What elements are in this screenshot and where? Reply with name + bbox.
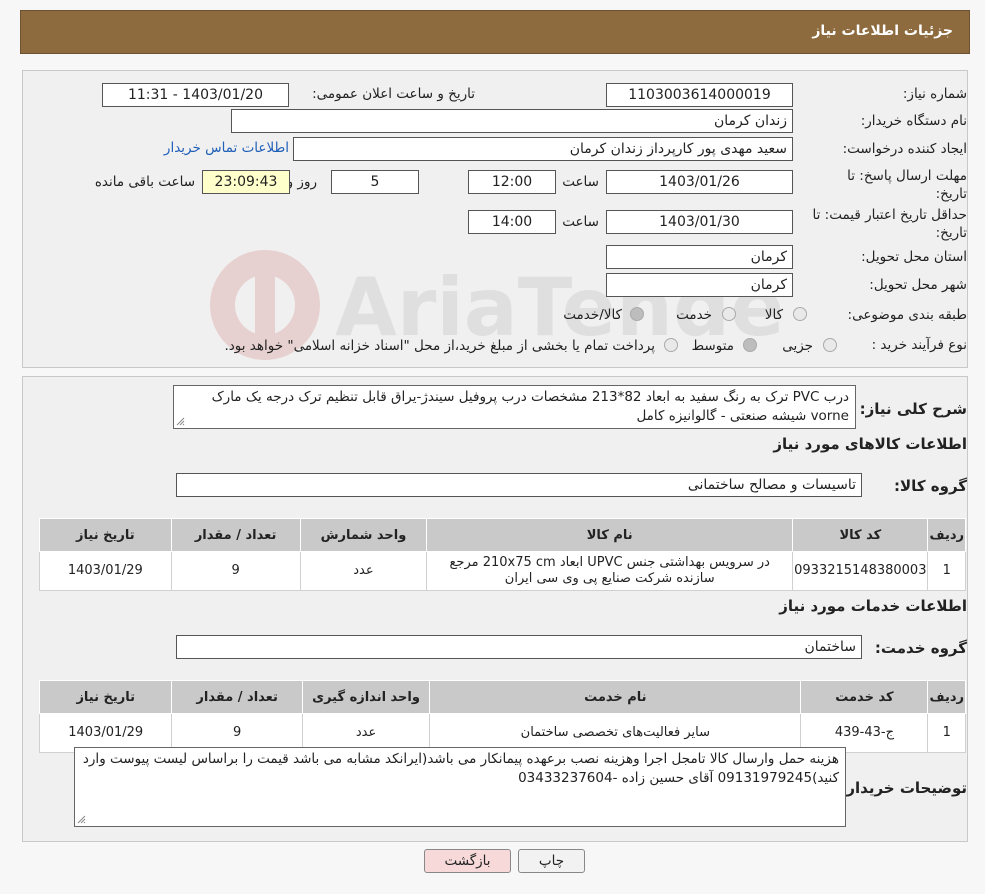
back-button[interactable]: بازگشت — [424, 849, 511, 873]
need-number-label: شماره نیاز: — [902, 86, 967, 102]
goods-cell-qty: 9 — [170, 551, 301, 591]
notes-textarea[interactable]: هزینه حمل وارسال کالا تامجل اجرا وهزینه … — [74, 747, 846, 827]
process-radio-treasury[interactable] — [664, 338, 678, 352]
buyer-contact-link[interactable]: اطلاعات تماس خریدار — [164, 140, 289, 156]
deadline-date-field[interactable]: 1403/01/26 — [606, 170, 793, 194]
services-col-unit: واحد اندازه گیری — [301, 680, 431, 714]
page-title: جزئیات اطلاعات نیاز — [812, 23, 953, 39]
summary-textarea[interactable]: درب PVC ترک به رنگ سفید به ابعاد 82*213 … — [173, 385, 856, 429]
goods-cell-code: 0933215148380003 — [792, 551, 929, 591]
services-section-title: اطلاعات خدمات مورد نیاز — [779, 597, 967, 615]
services-col-name: نام خدمت — [429, 680, 802, 714]
goods-group-label: گروه کالا: — [894, 477, 967, 495]
goods-col-unit: واحد شمارش — [299, 518, 428, 552]
goods-col-date: تاریخ نیاز — [39, 518, 172, 552]
validity-label: حداقل تاریخ اعتبار قیمت: تا تاریخ: — [812, 207, 967, 241]
services-col-row: ردیف — [927, 680, 966, 714]
category-radio-goods[interactable] — [793, 307, 807, 321]
days-label: روز و — [286, 174, 317, 190]
services-table: ردیف کد خدمت نام خدمت واحد اندازه گیری ت… — [38, 680, 966, 753]
services-table-header: ردیف کد خدمت نام خدمت واحد اندازه گیری ت… — [38, 680, 966, 714]
goods-section-title: اطلاعات کالاهای مورد نیاز — [773, 435, 967, 453]
need-number-field[interactable]: 1103003614000019 — [606, 83, 793, 107]
goods-col-code: کد کالا — [792, 518, 929, 552]
notes-text: هزینه حمل وارسال کالا تامجل اجرا وهزینه … — [82, 751, 839, 786]
announce-field[interactable]: 1403/01/20 - 11:31 — [102, 83, 289, 107]
process-option-minor: جزیی — [782, 338, 813, 354]
goods-col-row: ردیف — [927, 518, 966, 552]
deadline-time-label: ساعت — [562, 174, 599, 190]
summary-text: درب PVC ترک به رنگ سفید به ابعاد 82*213 … — [211, 389, 849, 424]
deadline-time-field[interactable]: 12:00 — [468, 170, 556, 194]
goods-cell-row: 1 — [927, 551, 966, 591]
buyer-org-field[interactable]: زندان کرمان — [231, 109, 793, 133]
page-header: جزئیات اطلاعات نیاز — [20, 10, 970, 54]
buyer-org-label: نام دستگاه خریدار: — [860, 113, 967, 129]
goods-name-line1: در سرویس بهداشتی جنس UPVC ابعاد 210x75 c… — [449, 555, 770, 570]
table-row[interactable]: 1 0933215148380003 در سرویس بهداشتی جنس … — [39, 551, 966, 591]
province-field[interactable]: کرمان — [606, 245, 793, 269]
category-option-goods: کالا — [764, 307, 783, 323]
process-radio-medium[interactable] — [743, 338, 757, 352]
goods-table: ردیف کد کالا نام کالا واحد شمارش تعداد /… — [39, 518, 966, 591]
goods-cell-date: 1403/01/29 — [39, 551, 172, 591]
remaining-time-label: ساعت باقی مانده — [94, 174, 195, 190]
category-radio-goods-service[interactable] — [630, 307, 644, 321]
services-col-date: تاریخ نیاز — [38, 680, 173, 714]
resize-grip-icon[interactable] — [77, 815, 86, 824]
process-label: نوع فرآیند خرید : — [871, 337, 967, 353]
services-group-field[interactable]: ساختمان — [176, 635, 862, 659]
category-option-service: خدمت — [676, 307, 712, 323]
services-group-label: گروه خدمت: — [874, 639, 967, 657]
summary-label: شرح کلی نیاز: — [859, 400, 967, 418]
goods-col-name: نام کالا — [426, 518, 794, 552]
province-label: استان محل تحویل: — [861, 249, 967, 265]
validity-date-field[interactable]: 1403/01/30 — [606, 210, 793, 234]
services-col-code: کد خدمت — [800, 680, 929, 714]
creator-field[interactable]: سعید مهدی پور کارپرداز زندان کرمان — [293, 137, 793, 161]
goods-col-qty: تعداد / مقدار — [170, 518, 301, 552]
services-cell-row: 1 — [927, 713, 966, 753]
process-radio-minor[interactable] — [823, 338, 837, 352]
goods-table-header: ردیف کد کالا نام کالا واحد شمارش تعداد /… — [39, 518, 966, 552]
creator-label: ایجاد کننده درخواست: — [842, 141, 967, 157]
goods-cell-name: در سرویس بهداشتی جنس UPVC ابعاد 210x75 c… — [426, 551, 794, 591]
days-field[interactable]: 5 — [331, 170, 419, 194]
category-option-goods-service: کالا/خدمت — [563, 307, 622, 323]
category-radio-service[interactable] — [722, 307, 736, 321]
city-field[interactable]: کرمان — [606, 273, 793, 297]
city-label: شهر محل تحویل: — [869, 277, 967, 293]
goods-name-line2: سازنده شرکت صنایع پی وی سی ایران — [504, 571, 715, 586]
print-button[interactable]: چاپ — [518, 849, 585, 873]
deadline-label: مهلت ارسال پاسخ: تا تاریخ: — [847, 168, 967, 202]
validity-time-label: ساعت — [562, 214, 599, 230]
announce-label: تاریخ و ساعت اعلان عمومی: — [312, 86, 475, 102]
resize-grip-icon[interactable] — [176, 417, 185, 426]
goods-group-field[interactable]: تاسیسات و مصالح ساختمانی — [176, 473, 862, 497]
process-option-medium: متوسط — [691, 338, 734, 354]
notes-label: توضیحات خریدار: — [840, 779, 967, 797]
category-label: طبقه بندی موضوعی: — [847, 307, 967, 323]
services-col-qty: تعداد / مقدار — [171, 680, 303, 714]
goods-cell-unit: عدد — [299, 551, 428, 591]
validity-time-field[interactable]: 14:00 — [468, 210, 556, 234]
remaining-time-field: 23:09:43 — [202, 170, 290, 194]
process-note: پرداخت تمام یا بخشی از مبلغ خرید،از محل … — [224, 338, 655, 354]
